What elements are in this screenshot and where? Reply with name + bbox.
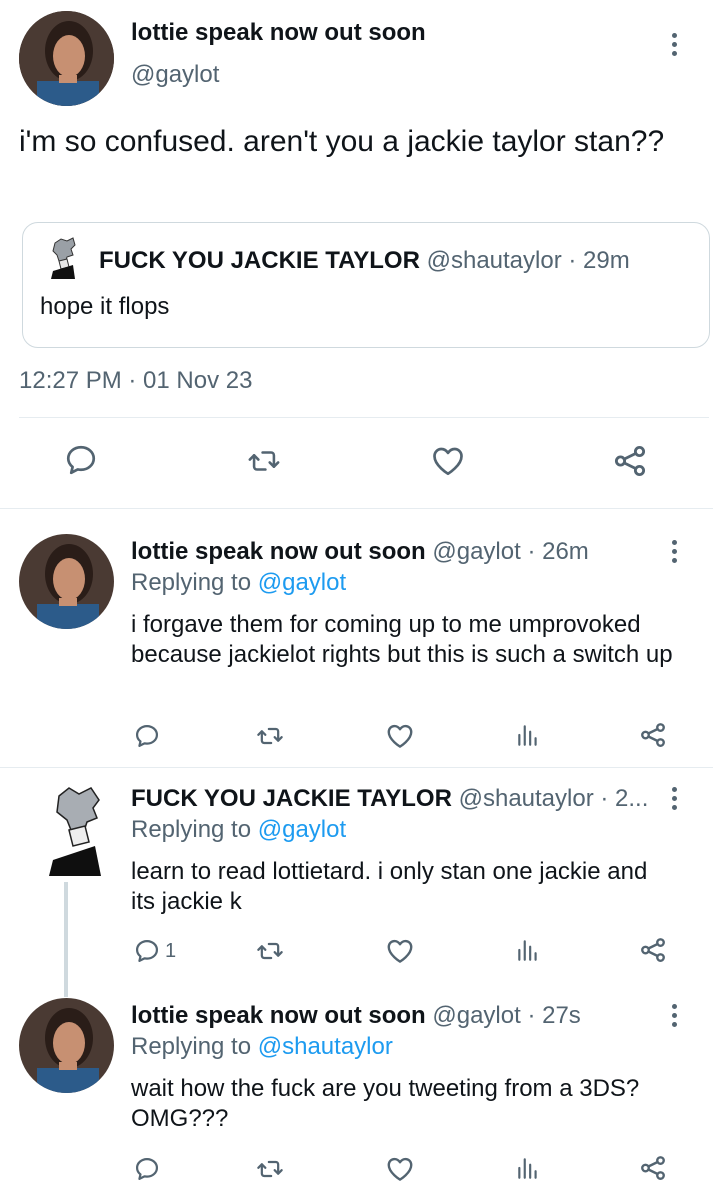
comment-bubble-icon [135,939,159,963]
replying-to-handle[interactable]: @gaylot [258,816,346,843]
tweet-time[interactable]: · 26m [527,538,588,565]
bar-chart-icon [518,940,537,961]
display-name[interactable]: lottie speak now out soon [131,538,426,565]
share-button[interactable] [638,935,668,965]
bar-chart-icon [518,1158,537,1179]
heart-icon [433,447,463,476]
share-button[interactable] [638,720,668,750]
avatar[interactable] [19,998,114,1093]
heart-icon [387,1157,413,1181]
share-icon [641,938,665,962]
reply-count: 1 [165,939,177,962]
retweet-button[interactable] [255,1155,285,1183]
more-options-icon[interactable] [672,787,678,814]
quoted-display-name[interactable]: FUCK YOU JACKIE TAYLOR [99,247,420,274]
reply-button[interactable] [63,442,99,478]
tweet-text: i forgave them for coming up to me umpro… [131,611,673,668]
reply-button[interactable] [133,722,165,750]
replying-to-label: Replying to [131,1033,252,1060]
retweet-icon [257,942,283,960]
handle[interactable]: @gaylot [432,1002,520,1029]
tweet-time[interactable]: · 2... [600,785,648,812]
handle[interactable]: @shautaylor [459,785,594,812]
analytics-button[interactable] [515,1154,541,1182]
replying-to-label: Replying to [131,569,252,596]
comment-bubble-icon [135,724,159,748]
share-icon [641,1156,665,1180]
divider [0,508,713,509]
handle[interactable]: @gaylot [432,538,520,565]
heart-icon [387,939,413,963]
more-options-icon[interactable] [672,33,678,60]
retweet-button[interactable] [255,722,285,750]
display-name[interactable]: lottie speak now out soon [131,1002,426,1029]
analytics-button[interactable] [515,936,541,964]
avatar[interactable] [19,11,114,106]
tweet-time[interactable]: · 27s [527,1002,580,1029]
like-button[interactable] [385,1154,415,1184]
avatar[interactable] [45,786,115,876]
tweet-text: wait how the fuck are you tweeting from … [131,1075,640,1132]
like-button[interactable] [429,443,467,479]
more-options-icon[interactable] [672,540,678,567]
divider [0,767,713,768]
display-name[interactable]: lottie speak now out soon [131,19,426,47]
more-options-icon[interactable] [672,1004,678,1031]
avatar[interactable] [19,534,114,629]
replying-to-handle[interactable]: @gaylot [258,569,346,596]
analytics-button[interactable] [515,721,541,749]
tweet-text: learn to read lottietard. i only stan on… [131,858,648,915]
share-button[interactable] [611,442,649,480]
avatar [47,237,83,279]
like-button[interactable] [385,721,415,751]
heart-icon [387,724,413,748]
quoted-time: · 29m [568,247,630,274]
share-icon [641,723,665,747]
quoted-tweet[interactable]: FUCK YOU JACKIE TAYLOR @shautaylor · 29m… [22,222,710,348]
replying-to-handle[interactable]: @shautaylor [258,1033,393,1060]
divider [19,417,709,418]
reply-button[interactable] [133,1155,165,1183]
quoted-handle[interactable]: @shautaylor [427,247,562,274]
retweet-button[interactable] [246,444,282,478]
timestamp[interactable]: 12:27 PM · 01 Nov 23 [19,367,252,395]
handle[interactable]: @gaylot [131,61,219,89]
like-button[interactable] [385,936,415,966]
retweet-icon [257,1160,283,1178]
retweet-icon [257,727,283,745]
comment-bubble-icon [66,445,96,475]
tweet-text: i'm so confused. aren't you a jackie tay… [19,125,665,158]
retweet-icon [248,451,280,471]
thread-line [64,882,68,997]
replying-to-label: Replying to [131,816,252,843]
reply-button[interactable]: 1 [133,937,176,965]
bar-chart-icon [518,725,537,746]
share-button[interactable] [638,1153,668,1183]
display-name[interactable]: FUCK YOU JACKIE TAYLOR [131,785,452,812]
share-icon [614,445,646,477]
retweet-button[interactable] [255,937,285,965]
comment-bubble-icon [135,1157,159,1181]
quoted-text: hope it flops [40,293,170,320]
